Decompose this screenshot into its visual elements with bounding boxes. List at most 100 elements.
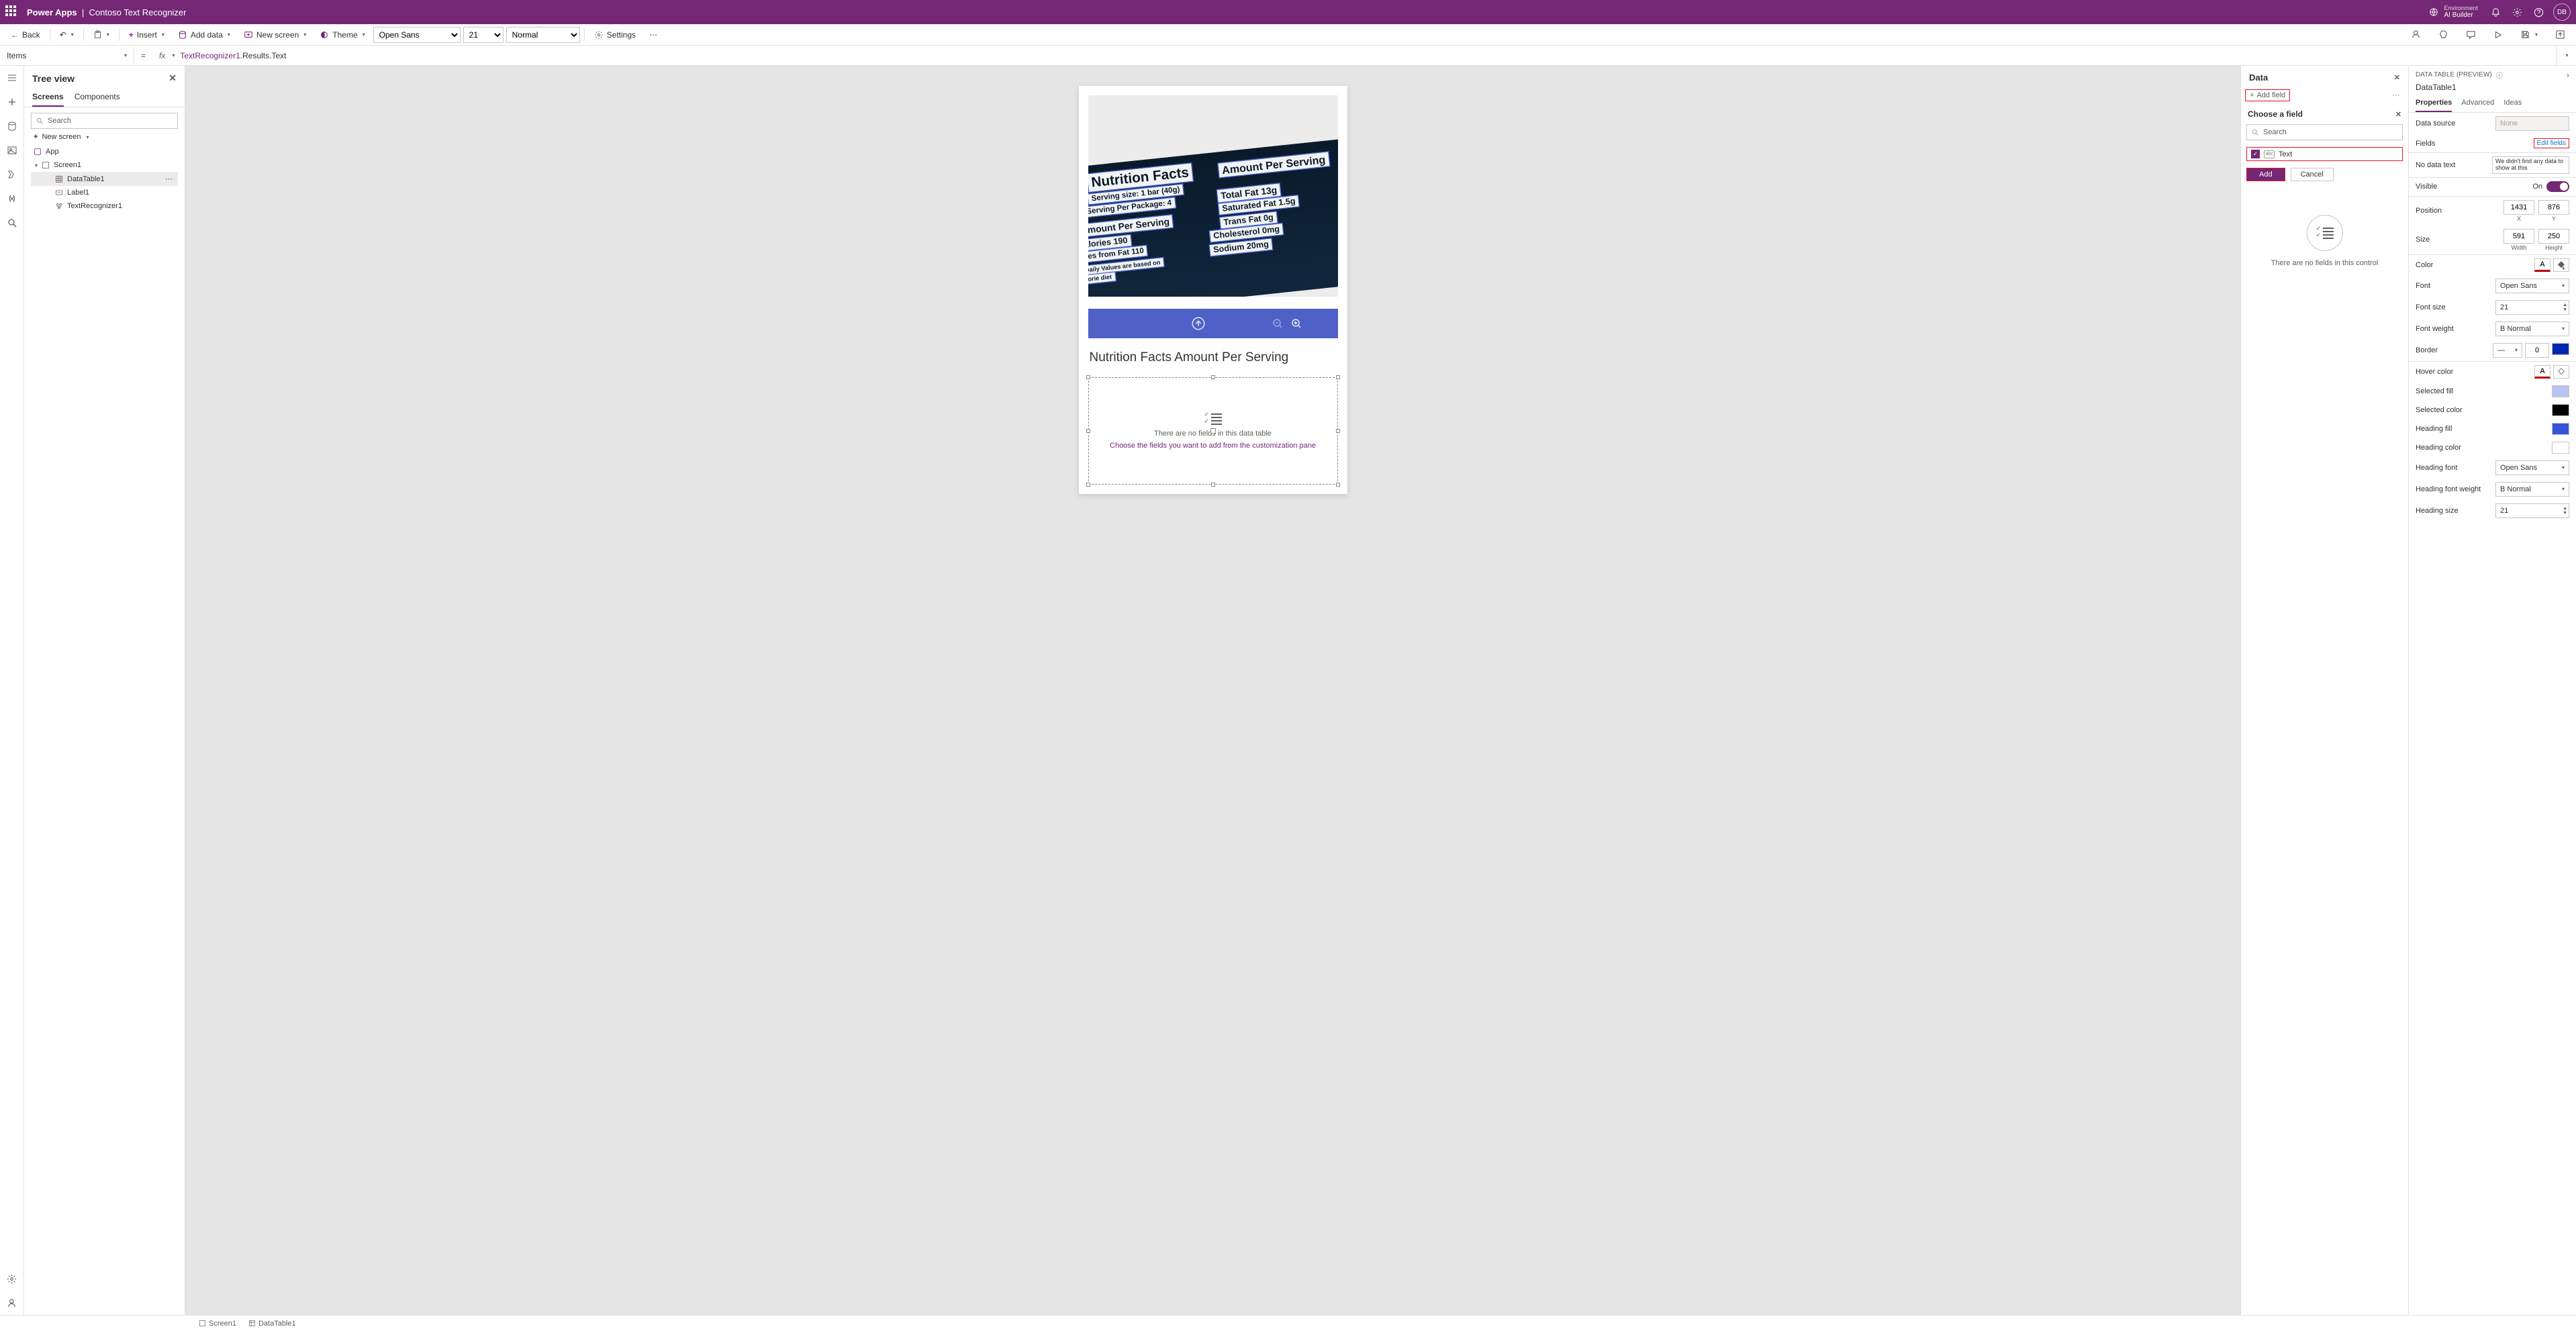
tab-components[interactable]: Components	[75, 88, 120, 107]
upload-icon[interactable]	[1192, 317, 1205, 330]
cancel-button[interactable]: Cancel	[2291, 168, 2334, 181]
font-select[interactable]: Open Sans	[373, 27, 461, 43]
rail-ask-icon[interactable]	[5, 1296, 19, 1310]
no-data-text-input[interactable]: We didn't find any data to show at this	[2492, 156, 2569, 174]
ai-copilot-icon[interactable]	[2405, 26, 2426, 44]
tree-item-screen1[interactable]: ▾Screen1	[31, 158, 178, 172]
selected-color-swatch[interactable]	[2552, 404, 2569, 416]
rail-search-icon[interactable]	[5, 216, 19, 230]
font-select-prop[interactable]: Open Sans▾	[2495, 279, 2569, 293]
settings-button[interactable]: Settings	[589, 26, 641, 44]
add-data-button[interactable]: Add data▾	[173, 26, 236, 44]
data-panel-close-icon[interactable]: ✕	[2394, 73, 2400, 82]
tree-item-datatable1[interactable]: DataTable1⋯	[31, 172, 178, 186]
header-title: Power Apps | Contoso Text Recognizer	[27, 7, 187, 17]
hover-fill-button[interactable]	[2553, 365, 2569, 379]
pos-x-input[interactable]	[2503, 200, 2534, 215]
label-control[interactable]: Nutrition Facts Amount Per Serving	[1088, 350, 1338, 365]
add-field-button[interactable]: +Add field	[2245, 89, 2290, 101]
edit-fields-button[interactable]: Edit fields	[2534, 138, 2569, 148]
tree-item-app[interactable]: App	[31, 145, 178, 158]
insert-button[interactable]: +Insert▾	[124, 26, 170, 44]
preview-icon[interactable]	[2488, 26, 2508, 44]
waffle-icon[interactable]	[5, 5, 19, 19]
tree-item-label1[interactable]: Label1	[31, 186, 178, 199]
props-chevron-icon[interactable]: ›	[2567, 70, 2569, 80]
pos-y-input[interactable]	[2538, 200, 2569, 215]
font-size-select[interactable]: 21	[463, 27, 504, 43]
border-color-swatch[interactable]	[2552, 343, 2569, 355]
rail-settings-icon[interactable]	[5, 1272, 19, 1285]
text-type-icon: abc	[2264, 150, 2275, 158]
settings-icon[interactable]	[2506, 1, 2528, 23]
footer-datatable[interactable]: DataTable1	[248, 1320, 296, 1328]
rail-media-icon[interactable]	[5, 144, 19, 157]
heading-font-select[interactable]: Open Sans▾	[2495, 460, 2569, 475]
font-weight-select-prop[interactable]: B Normal▾	[2495, 322, 2569, 336]
tree-item-more-icon[interactable]: ⋯	[165, 175, 175, 183]
checker-icon[interactable]	[2433, 26, 2454, 44]
canvas-area[interactable]: Nutrition Facts Amount Per Serving Servi…	[185, 66, 2240, 1315]
help-icon[interactable]	[2528, 1, 2549, 23]
heading-size-input[interactable]: 21▲▼	[2495, 503, 2569, 518]
heading-fill-swatch[interactable]	[2552, 423, 2569, 435]
heading-color-swatch[interactable]	[2552, 442, 2569, 454]
notifications-icon[interactable]	[2485, 1, 2506, 23]
user-avatar[interactable]: DB	[2553, 3, 2571, 21]
selected-fill-swatch[interactable]	[2552, 385, 2569, 397]
tree-close-icon[interactable]: ✕	[169, 72, 177, 84]
footer-screen[interactable]: Screen1	[199, 1320, 236, 1328]
height-input[interactable]	[2538, 229, 2569, 244]
rail-insert-icon[interactable]	[5, 95, 19, 109]
choose-close-icon[interactable]: ✕	[2395, 110, 2401, 119]
checkbox-icon[interactable]: ✓	[2251, 150, 2260, 158]
paste-button[interactable]: ▾	[88, 26, 115, 44]
rail-power-automate-icon[interactable]	[5, 168, 19, 181]
rail-variables-icon[interactable]	[5, 192, 19, 205]
color-fill-button[interactable]	[2553, 258, 2569, 272]
data-panel-title: Data	[2249, 72, 2268, 83]
tab-ideas[interactable]: Ideas	[2503, 96, 2522, 112]
undo-button[interactable]: ↶▾	[54, 26, 79, 44]
zoom-in-icon[interactable]	[1291, 318, 1302, 329]
field-option-text[interactable]: ✓ abc Text	[2246, 147, 2403, 161]
hover-text-button[interactable]: A	[2534, 365, 2550, 379]
add-button[interactable]: Add	[2246, 168, 2285, 181]
rail-tree-icon[interactable]	[5, 71, 19, 85]
tree-search-input[interactable]: Search	[31, 113, 178, 129]
field-overflow-icon[interactable]: ⋯	[2388, 91, 2404, 100]
formula-input[interactable]: fx▾ TextRecognizer1.Results.Text	[152, 51, 2556, 60]
font-size-input-prop[interactable]: 21▲▼	[2495, 300, 2569, 315]
border-style-select[interactable]: —▾	[2493, 343, 2522, 358]
tab-properties[interactable]: Properties	[2416, 96, 2452, 112]
info-icon[interactable]: ⓘ	[2496, 70, 2503, 80]
field-search-input[interactable]: Search	[2246, 124, 2403, 140]
recognizer-toolbar	[1088, 309, 1338, 338]
heading-fw-select[interactable]: B Normal▾	[2495, 482, 2569, 497]
back-button[interactable]: ←Back	[5, 26, 46, 44]
datatable-control[interactable]: There are no fields in this data table C…	[1088, 377, 1338, 485]
new-screen-button[interactable]: New screen▾	[238, 26, 312, 44]
overflow-button[interactable]: ⋯	[644, 26, 663, 44]
tree-new-screen[interactable]: +New screen▾	[31, 129, 178, 145]
tree-item-textrecognizer1[interactable]: TextRecognizer1	[31, 199, 178, 213]
comments-icon[interactable]	[2461, 26, 2481, 44]
environment-selector[interactable]: EnvironmentAI Builder	[2429, 5, 2478, 19]
zoom-out-icon[interactable]	[1272, 318, 1283, 329]
property-selector[interactable]: Items▾	[0, 48, 134, 64]
control-name[interactable]: DataTable1	[2409, 81, 2576, 96]
tab-screens[interactable]: Screens	[32, 88, 64, 107]
data-source-input[interactable]: None	[2495, 116, 2569, 131]
theme-button[interactable]: Theme▾	[314, 26, 370, 44]
save-icon[interactable]: ▾	[2515, 26, 2543, 44]
rail-data-icon[interactable]	[5, 119, 19, 133]
tab-advanced[interactable]: Advanced	[2461, 96, 2494, 112]
expand-formula-icon[interactable]: ▾	[2556, 46, 2576, 65]
color-text-button[interactable]: A	[2534, 258, 2550, 272]
font-weight-select[interactable]: Normal	[506, 27, 580, 43]
border-width-input[interactable]	[2525, 343, 2549, 358]
width-input[interactable]	[2503, 229, 2534, 244]
text-recognizer-control[interactable]: Nutrition Facts Amount Per Serving Servi…	[1088, 95, 1338, 297]
publish-icon[interactable]	[2550, 26, 2571, 44]
visible-toggle[interactable]	[2546, 181, 2569, 192]
